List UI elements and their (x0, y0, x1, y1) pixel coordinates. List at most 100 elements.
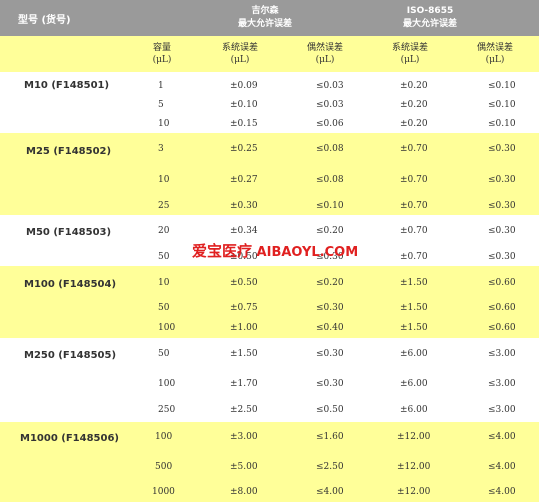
model-label: M100 (F148504) (24, 279, 117, 290)
gilson-random-cell: ≤0.50 (316, 405, 344, 415)
iso-random-cell: ≤0.10 (488, 119, 516, 129)
iso-random-cell: ≤0.60 (488, 303, 516, 313)
volume-cell: 3 (158, 144, 164, 154)
gilson-random-cell: ≤0.03 (316, 81, 344, 91)
volume-cell: 50 (158, 303, 170, 313)
iso-random-cell: ≤3.00 (488, 379, 516, 389)
volume-cell: 10 (158, 119, 170, 129)
model-label: M25 (F148502) (26, 146, 112, 157)
gilson-header-line1: 吉尔森 (251, 6, 279, 16)
iso-random-line2: (μL) (485, 55, 505, 65)
iso-random-cell: ≤0.60 (488, 278, 516, 288)
volume-cell: 100 (155, 432, 173, 442)
gilson-random-cell: ≤1.60 (316, 432, 344, 442)
volume-cell: 50 (158, 349, 170, 359)
iso-systematic-cell: ±1.50 (400, 323, 428, 333)
iso-group-header: ISO-8655 最大允许误差 (370, 5, 490, 31)
gilson-systematic-cell: ±8.00 (230, 487, 258, 497)
iso-random-cell: ≤0.10 (488, 100, 516, 110)
iso-random-cell: ≤3.00 (488, 349, 516, 359)
group-row: M100 (F148504) 10 ±0.50 ≤0.20 ±1.50 ≤0.6… (0, 266, 539, 338)
volume-cell: 20 (158, 226, 170, 236)
gilson-systematic-cell: ±0.10 (230, 100, 258, 110)
volume-header-line1: 容量 (152, 43, 171, 53)
model-label: M250 (F148505) (24, 350, 117, 361)
group-row: M250 (F148505) 50 ±1.50 ≤0.30 ±6.00 ≤3.0… (0, 338, 539, 422)
gilson-systematic-cell: ±0.25 (230, 144, 258, 154)
gilson-systematic-cell: ±0.09 (230, 81, 258, 91)
gilson-random-cell: ≤0.06 (316, 119, 344, 129)
iso-random-cell: ≤0.30 (488, 201, 516, 211)
group-row: M10 (F148501) 1 ±0.09 ≤0.03 ±0.20 ≤0.10 … (0, 72, 539, 133)
gilson-systematic-cell: ±1.70 (230, 379, 258, 389)
gilson-random-cell: ≤0.10 (316, 201, 344, 211)
iso-random-cell: ≤4.00 (488, 487, 516, 497)
volume-cell: 25 (158, 201, 170, 211)
gilson-systematic-cell: ±0.15 (230, 119, 258, 129)
model-label: M50 (F148503) (26, 227, 112, 238)
gilson-systematic-cell: ±0.30 (230, 201, 258, 211)
gilson-random-line2: (μL) (315, 55, 335, 65)
volume-cell: 10 (158, 175, 170, 185)
iso-random-header: 偶然误差 (μL) (455, 42, 535, 66)
subheader-row: 容量 (μL) 系统误差 (μL) 偶然误差 (μL) 系统误差 (μL) 偶然… (0, 36, 539, 72)
gilson-random-cell: ≤0.40 (316, 323, 344, 333)
gilson-random-cell: ≤0.08 (316, 175, 344, 185)
iso-systematic-cell: ±0.70 (400, 175, 428, 185)
gilson-systematic-cell: ±1.50 (230, 349, 258, 359)
volume-cell: 10 (158, 278, 170, 288)
iso-systematic-cell: ±12.00 (397, 487, 431, 497)
iso-random-cell: ≤0.10 (488, 81, 516, 91)
model-label: M10 (F148501) (24, 80, 110, 91)
iso-systematic-cell: ±12.00 (397, 432, 431, 442)
iso-random-cell: ≤3.00 (488, 405, 516, 415)
iso-random-line1: 偶然误差 (476, 43, 513, 53)
volume-cell: 100 (158, 379, 176, 389)
iso-header-line1: ISO-8655 (406, 6, 454, 16)
volume-column-header: 容量 (μL) (127, 42, 197, 66)
table-header: 型号 (货号) 吉尔森 最大允许误差 ISO-8655 最大允许误差 (0, 0, 539, 36)
iso-random-cell: ≤4.00 (488, 462, 516, 472)
iso-random-cell: ≤0.30 (488, 175, 516, 185)
iso-systematic-cell: ±6.00 (400, 405, 428, 415)
gilson-systematic-cell: ±0.34 (230, 226, 258, 236)
volume-cell: 100 (158, 323, 176, 333)
volume-header-line2: (μL) (152, 55, 172, 65)
gilson-random-cell: ≤2.50 (316, 462, 344, 472)
iso-systematic-cell: ±6.00 (400, 379, 428, 389)
iso-systematic-cell: ±0.70 (400, 144, 428, 154)
gilson-random-cell: ≤0.30 (316, 349, 344, 359)
gilson-random-cell: ≤0.30 (316, 303, 344, 313)
gilson-systematic-cell: ±2.50 (230, 405, 258, 415)
gilson-systematic-line1: 系统误差 (221, 43, 258, 53)
gilson-systematic-header: 系统误差 (μL) (200, 42, 280, 66)
volume-cell: 1000 (152, 487, 175, 497)
iso-systematic-cell: ±0.20 (400, 100, 428, 110)
gilson-random-cell: ≤0.30 (316, 379, 344, 389)
volume-cell: 250 (158, 405, 176, 415)
gilson-random-cell: ≤4.00 (316, 487, 344, 497)
gilson-systematic-cell: ±5.00 (230, 462, 258, 472)
gilson-random-cell: ≤0.20 (316, 278, 344, 288)
gilson-random-header: 偶然误差 (μL) (285, 42, 365, 66)
iso-random-cell: ≤0.30 (488, 144, 516, 154)
group-row: M1000 (F148506) 100 ±3.00 ≤1.60 ±12.00 ≤… (0, 422, 539, 502)
iso-systematic-cell: ±12.00 (397, 462, 431, 472)
gilson-random-cell: ≤0.08 (316, 144, 344, 154)
gilson-random-cell: ≤0.03 (316, 100, 344, 110)
gilson-systematic-cell: ±0.50 (230, 278, 258, 288)
watermark-en-text: AIBAOYL.COM (252, 245, 359, 260)
volume-cell: 1 (158, 81, 164, 91)
volume-cell: 500 (155, 462, 173, 472)
gilson-systematic-cell: ±0.27 (230, 175, 258, 185)
gilson-systematic-cell: ±0.75 (230, 303, 258, 313)
iso-systematic-cell: ±0.20 (400, 81, 428, 91)
gilson-systematic-cell: ±3.00 (230, 432, 258, 442)
iso-random-cell: ≤4.00 (488, 432, 516, 442)
iso-systematic-cell: ±1.50 (400, 303, 428, 313)
model-column-header: 型号 (货号) (18, 15, 71, 26)
iso-systematic-cell: ±0.70 (400, 201, 428, 211)
iso-random-cell: ≤0.30 (488, 226, 516, 236)
gilson-group-header: 吉尔森 最大允许误差 (210, 5, 320, 31)
iso-systematic-line2: (μL) (400, 55, 420, 65)
